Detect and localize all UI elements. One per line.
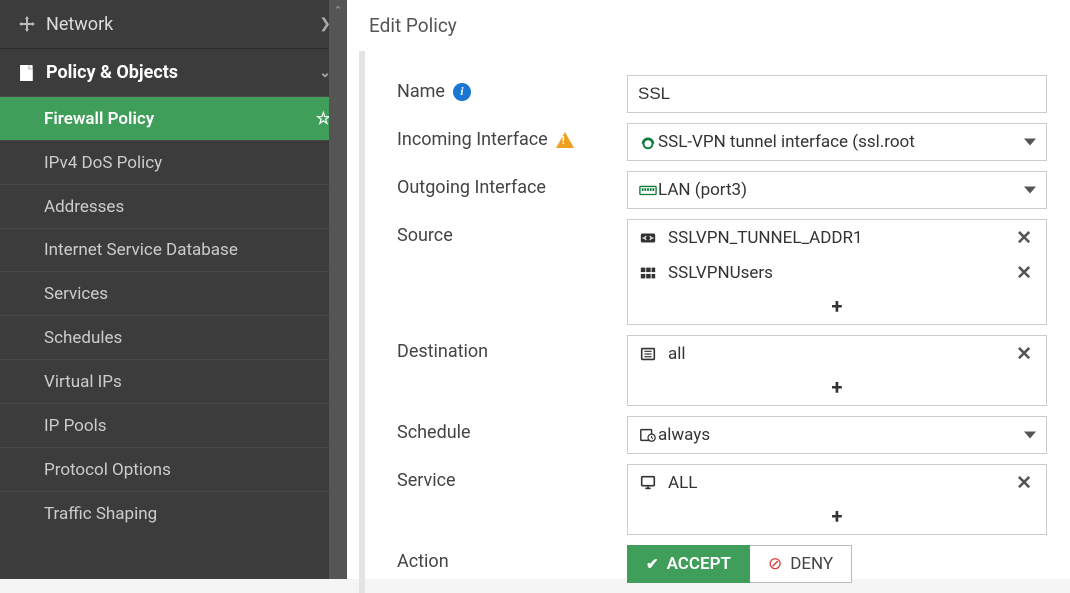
label-outgoing-interface: Outgoing Interface <box>397 171 627 198</box>
sidebar-item-protocol-options[interactable]: Protocol Options <box>0 447 347 491</box>
outgoing-interface-select[interactable]: LAN (port3) <box>627 171 1047 209</box>
destination-item-0[interactable]: all ✕ <box>628 336 1046 371</box>
row-outgoing-interface: Outgoing Interface LAN (port3) <box>397 171 1060 209</box>
remove-icon[interactable]: ✕ <box>1012 342 1036 365</box>
label-name: Name i <box>397 75 627 102</box>
name-input[interactable] <box>627 75 1047 113</box>
add-source[interactable]: + <box>628 290 1046 324</box>
add-service[interactable]: + <box>628 500 1046 534</box>
incoming-interface-select[interactable]: SSL-VPN tunnel interface (ssl.root <box>627 123 1047 161</box>
service-item-0[interactable]: ALL ✕ <box>628 465 1046 500</box>
sidebar-item-traffic-shaping[interactable]: Traffic Shaping <box>0 491 347 535</box>
remove-icon[interactable]: ✕ <box>1012 226 1036 249</box>
sidebar-label-network: Network <box>46 14 319 35</box>
action-deny-button[interactable]: ⊘ DENY <box>750 545 852 583</box>
move-icon <box>14 16 40 32</box>
action-accept-button[interactable]: ACCEPT <box>627 545 750 583</box>
policy-icon <box>14 64 40 82</box>
sidebar-item-firewall-policy[interactable]: Firewall Policy ☆ <box>0 96 347 140</box>
action-toggle: ACCEPT ⊘ DENY <box>627 545 1047 583</box>
group-icon <box>638 265 658 281</box>
caret-down-icon <box>1024 187 1036 194</box>
clock-icon <box>638 427 658 443</box>
row-service: Service ALL ✕ + <box>397 464 1060 535</box>
sidebar-item-network[interactable]: Network ❯ <box>0 0 347 48</box>
info-icon[interactable]: i <box>453 83 471 101</box>
caret-down-icon <box>1024 139 1036 146</box>
form: Name i Incoming Interface SSL-VPN tunnel… <box>359 51 1070 593</box>
sidebar-scroll[interactable]: ⌃ <box>329 0 347 579</box>
source-item-1[interactable]: SSLVPNUsers ✕ <box>628 255 1046 290</box>
sidebar-item-isdb[interactable]: Internet Service Database <box>0 228 347 271</box>
addr-all-icon <box>638 346 658 362</box>
source-item-0[interactable]: SSLVPN_TUNNEL_ADDR1 ✕ <box>628 220 1046 255</box>
destination-box[interactable]: all ✕ + <box>627 335 1047 406</box>
ssl-tunnel-icon <box>638 134 658 150</box>
page-title: Edit Policy <box>347 0 1070 51</box>
label-service: Service <box>397 464 627 491</box>
label-source: Source <box>397 219 627 246</box>
main-content: Edit Policy Name i Incoming Interface <box>347 0 1070 579</box>
service-box[interactable]: ALL ✕ + <box>627 464 1047 535</box>
row-source: Source SSLVPN_TUNNEL_ADDR1 ✕ <box>397 219 1060 325</box>
row-name: Name i <box>397 75 1060 113</box>
source-box[interactable]: SSLVPN_TUNNEL_ADDR1 ✕ SSLVPNUsers ✕ <box>627 219 1047 325</box>
addr-range-icon <box>638 230 658 246</box>
label-destination: Destination <box>397 335 627 362</box>
caret-down-icon <box>1024 432 1036 439</box>
row-schedule: Schedule always <box>397 416 1060 454</box>
sidebar-item-addresses[interactable]: Addresses <box>0 184 347 228</box>
row-incoming-interface: Incoming Interface SSL-VPN tunnel interf… <box>397 123 1060 161</box>
remove-icon[interactable]: ✕ <box>1012 471 1036 494</box>
row-destination: Destination all ✕ + <box>397 335 1060 406</box>
add-destination[interactable]: + <box>628 371 1046 405</box>
schedule-select[interactable]: always <box>627 416 1047 454</box>
check-icon <box>646 554 659 574</box>
label-schedule: Schedule <box>397 416 627 443</box>
sidebar-item-schedules[interactable]: Schedules <box>0 315 347 359</box>
sidebar-item-ip-pools[interactable]: IP Pools <box>0 403 347 447</box>
switch-icon <box>638 182 658 198</box>
label-incoming-interface: Incoming Interface <box>397 123 627 150</box>
sidebar-item-services[interactable]: Services <box>0 271 347 315</box>
sidebar-item-policy-objects[interactable]: Policy & Objects ⌄ <box>0 48 347 96</box>
remove-icon[interactable]: ✕ <box>1012 261 1036 284</box>
deny-icon: ⊘ <box>768 554 782 574</box>
row-action: Action ACCEPT ⊘ DENY <box>397 545 1060 583</box>
sidebar-item-virtual-ips[interactable]: Virtual IPs <box>0 359 347 403</box>
warning-icon[interactable] <box>556 132 574 148</box>
label-action: Action <box>397 545 627 572</box>
service-all-icon <box>638 475 658 491</box>
sidebar: ⌃ Network ❯ Policy & Objects ⌄ Firewall … <box>0 0 347 579</box>
sidebar-item-ipv4-dos-policy[interactable]: IPv4 DoS Policy <box>0 140 347 184</box>
sidebar-label-policy-objects: Policy & Objects <box>46 62 319 83</box>
